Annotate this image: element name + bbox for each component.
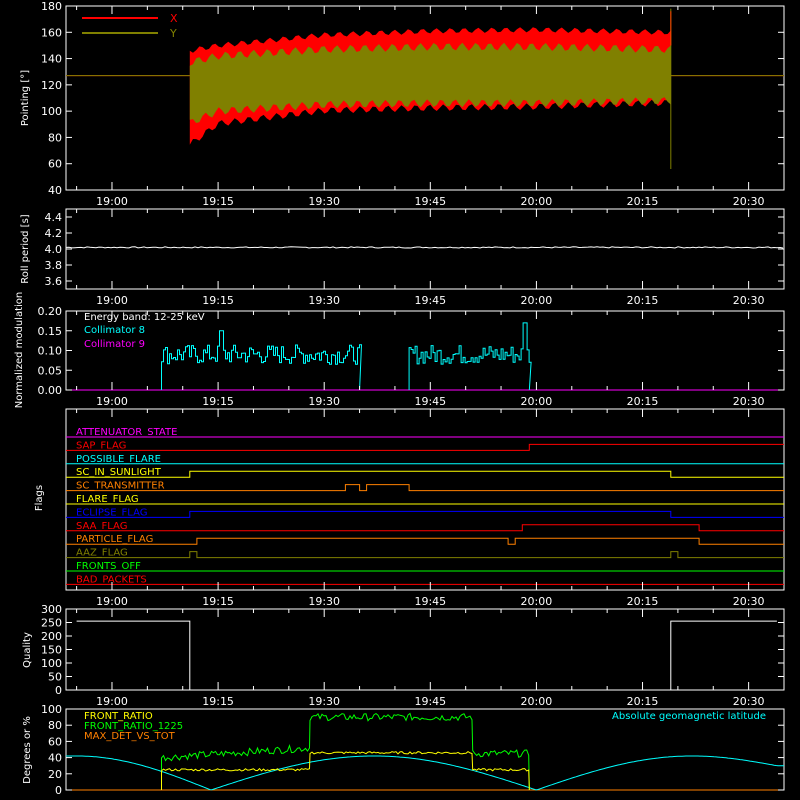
flag-label: POSSIBLE_FLARE (76, 454, 161, 465)
y-tick-label: 50 (48, 671, 62, 684)
y-tick-label: 100 (41, 703, 62, 716)
y-tick-label: 0 (55, 684, 62, 697)
x-tick-label: 20:00 (521, 695, 553, 708)
y-tick-label: 140 (41, 53, 62, 66)
x-tick-label: 19:30 (308, 695, 340, 708)
x-tick-label: 20:15 (627, 294, 659, 307)
legend-label-max-det-vs-tot: MAX_DET_VS_TOT (84, 731, 176, 742)
flag-label: SC_IN_SUNLIGHT (76, 467, 162, 478)
flag-label: ECLIPSE_FLAG (76, 507, 147, 518)
y-tick-label: 200 (41, 630, 62, 643)
x-tick-label: 19:30 (308, 395, 340, 408)
x-tick-label: 19:15 (202, 695, 234, 708)
modulation-annotation: Energy band: 12-25 keV (84, 312, 205, 323)
x-tick-label: 19:00 (96, 695, 128, 708)
y-tick-label: 120 (41, 79, 62, 92)
x-tick-label: 20:30 (733, 294, 765, 307)
flag-label: SAP_FLAG (76, 440, 126, 451)
y-tick-label: 80 (48, 131, 62, 144)
y-tick-label: 0.05 (38, 364, 63, 377)
flag-label: FRONTS_OFF (76, 561, 141, 572)
x-tick-label: 20:15 (627, 195, 659, 208)
x-tick-label: 20:00 (521, 294, 553, 307)
x-tick-label: 20:00 (521, 195, 553, 208)
y-tick-label: 4.0 (45, 243, 63, 256)
y-tick-label: 4.2 (45, 227, 63, 240)
quality-ylabel: Quality (22, 632, 33, 668)
y-tick-label: 0.15 (38, 325, 63, 338)
x-tick-label: 20:30 (733, 395, 765, 408)
x-tick-label: 19:45 (414, 595, 446, 608)
x-tick-label: 19:00 (96, 395, 128, 408)
flag-label: FLARE_FLAG (76, 494, 139, 505)
x-tick-label: 20:00 (521, 395, 553, 408)
legend-label-y: Y (169, 27, 177, 40)
y-tick-label: 250 (41, 617, 62, 630)
x-tick-label: 20:30 (733, 595, 765, 608)
flag-label: SAA_FLAG (76, 521, 127, 532)
y-tick-label: 40 (48, 752, 62, 765)
x-tick-label: 19:30 (308, 595, 340, 608)
y-tick-label: 3.8 (45, 259, 63, 272)
y-tick-label: 0.10 (38, 345, 63, 358)
y-tick-label: 100 (41, 657, 62, 670)
legend-label-x: X (170, 12, 178, 25)
x-tick-label: 19:45 (414, 294, 446, 307)
y-tick-label: 0.00 (38, 384, 63, 397)
y-tick-label: 180 (41, 0, 62, 13)
y-tick-label: 20 (48, 768, 62, 781)
hessi-quicklook-figure: 40 60 80 100 120 140 160 180 19:00 19:15 19:30 19:… (0, 0, 800, 800)
x-tick-label: 19:00 (96, 294, 128, 307)
legend-label-collimator-8: Collimator 8 (84, 325, 145, 336)
x-tick-label: 19:45 (414, 695, 446, 708)
y-tick-label: 60 (48, 735, 62, 748)
y-tick-label: 0.20 (38, 305, 63, 318)
x-tick-label: 20:30 (733, 195, 765, 208)
x-tick-label: 20:00 (521, 595, 553, 608)
y-tick-label: 150 (41, 644, 62, 657)
roll-ylabel: Roll period [s] (20, 214, 31, 283)
x-tick-label: 19:15 (202, 294, 234, 307)
x-tick-label: 19:15 (202, 195, 234, 208)
y-tick-label: 0 (55, 784, 62, 797)
x-tick-label: 19:15 (202, 395, 234, 408)
x-tick-label: 20:15 (627, 695, 659, 708)
flag-label: SC_TRANSMITTER (76, 481, 165, 492)
flag-label: ATTENUATOR_STATE (76, 427, 177, 438)
x-tick-label: 19:30 (308, 294, 340, 307)
y-tick-label: 300 (41, 603, 62, 616)
legend-label-geomagnetic-latitude: Absolute geomagnetic latitude (612, 711, 766, 722)
flags-ylabel: Flags (34, 485, 45, 511)
x-tick-label: 19:15 (202, 595, 234, 608)
x-tick-label: 19:45 (414, 395, 446, 408)
y-tick-label: 160 (41, 26, 62, 39)
y-tick-label: 80 (48, 719, 62, 732)
ratios-ylabel: Degrees or % (22, 716, 33, 784)
legend-label-collimator-9: Collimator 9 (84, 339, 145, 350)
y-tick-label: 4.4 (45, 211, 63, 224)
x-tick-label: 20:30 (733, 695, 765, 708)
x-tick-label: 20:15 (627, 395, 659, 408)
x-tick-label: 20:15 (627, 595, 659, 608)
flag-label: BAD_PACKETS (76, 574, 147, 585)
y-tick-label: 60 (48, 158, 62, 171)
y-tick-label: 40 (48, 184, 62, 197)
x-tick-label: 19:45 (414, 195, 446, 208)
flag-label: AAZ_FLAG (76, 548, 128, 559)
y-tick-label: 3.6 (45, 275, 63, 288)
x-tick-label: 19:30 (308, 195, 340, 208)
y-tick-label: 100 (41, 105, 62, 118)
modulation-ylabel: Normalized modulation (14, 292, 25, 409)
x-tick-label: 19:00 (96, 195, 128, 208)
flag-label: PARTICLE_FLAG (76, 534, 153, 545)
pointing-ylabel: Pointing [°] (20, 70, 31, 126)
x-tick-label: 19:00 (96, 595, 128, 608)
